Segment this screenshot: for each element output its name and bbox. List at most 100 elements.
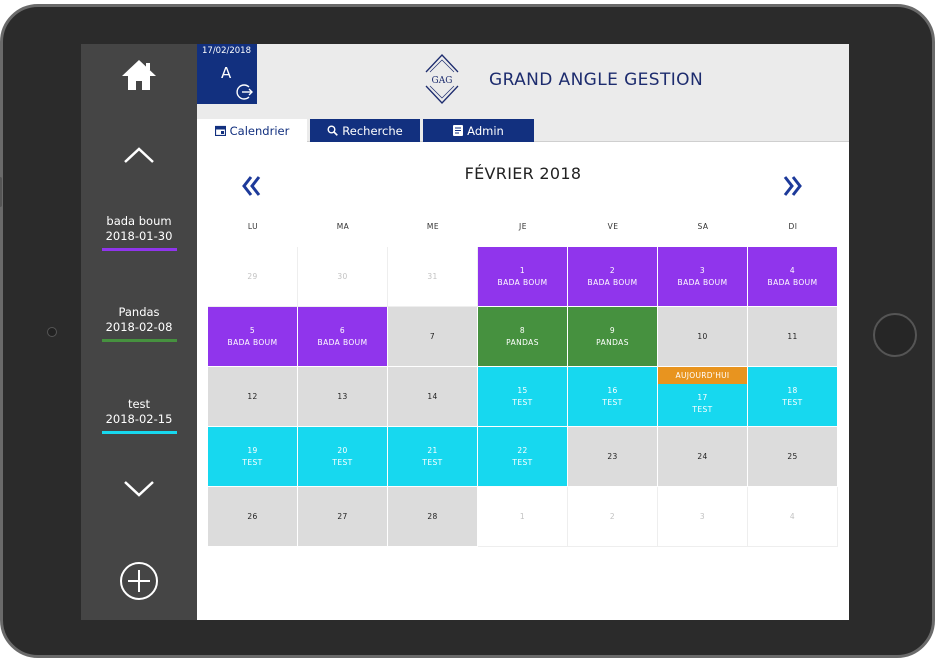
- app-screen: bada boum 2018-01-30 Pandas 2018-02-08 t…: [81, 44, 849, 620]
- calendar-day-cell[interactable]: 22 TEST: [478, 427, 568, 487]
- calendar-day-cell[interactable]: 15 TEST: [478, 367, 568, 427]
- calendar-day-cell[interactable]: 21 TEST: [388, 427, 478, 487]
- sidebar-event-3[interactable]: test 2018-02-15: [81, 397, 197, 434]
- calendar-day-cell[interactable]: 12: [208, 367, 298, 427]
- calendar-day-cell[interactable]: 4: [748, 487, 838, 547]
- search-icon: [327, 125, 339, 136]
- weekday-label: ME: [426, 222, 440, 231]
- previous-month-icon[interactable]: [241, 174, 263, 198]
- logout-icon[interactable]: [235, 82, 255, 102]
- day-number: 18: [787, 386, 798, 395]
- company-logo: GAG: [423, 52, 461, 106]
- calendar-day-cell[interactable]: 1: [478, 487, 568, 547]
- sidebar-event-date: 2018-02-15: [105, 412, 173, 426]
- day-event-label: PANDAS: [596, 338, 629, 347]
- calendar-day-cell[interactable]: 26: [208, 487, 298, 547]
- add-circle-icon[interactable]: [118, 560, 160, 602]
- day-number: 21: [427, 446, 438, 455]
- weekday-label: SA: [697, 222, 709, 231]
- home-icon[interactable]: [119, 54, 159, 94]
- sidebar-event-color-bar: [101, 339, 177, 342]
- tab-label: Recherche: [342, 123, 403, 138]
- brand-name: GRAND ANGLE GESTION: [489, 70, 704, 90]
- calendar-day-cell[interactable]: 8 PANDAS: [478, 307, 568, 367]
- day-number: 1: [519, 512, 526, 521]
- day-event-label: TEST: [512, 458, 533, 467]
- day-event-label: PANDAS: [506, 338, 539, 347]
- day-number: 28: [427, 512, 438, 521]
- calendar-day-cell[interactable]: 23: [568, 427, 658, 487]
- calendar-day-cell[interactable]: 31: [388, 247, 478, 307]
- sidebar: bada boum 2018-01-30 Pandas 2018-02-08 t…: [81, 44, 197, 620]
- tablet-home-button[interactable]: [873, 313, 917, 357]
- day-number: 3: [699, 512, 706, 521]
- tab-admin[interactable]: Admin: [423, 119, 534, 142]
- day-number: 17: [697, 393, 708, 402]
- tablet-side-button: [0, 177, 2, 207]
- tab-recherche[interactable]: Recherche: [310, 119, 420, 142]
- day-number: 3: [699, 266, 706, 275]
- calendar-day-cell[interactable]: 3 BADA BOUM: [658, 247, 748, 307]
- calendar-day-cell[interactable]: 18 TEST: [748, 367, 838, 427]
- calendar-day-cell[interactable]: 20 TEST: [298, 427, 388, 487]
- day-event-label: TEST: [332, 458, 353, 467]
- user-box: 17/02/2018 A: [197, 44, 257, 104]
- day-number: 26: [247, 512, 258, 521]
- day-number: 31: [427, 272, 438, 281]
- day-number: 23: [607, 452, 618, 461]
- calendar-day-cell[interactable]: 2 BADA BOUM: [568, 247, 658, 307]
- calendar-day-cell[interactable]: 9 PANDAS: [568, 307, 658, 367]
- current-date: 17/02/2018: [202, 46, 251, 56]
- calendar-day-cell[interactable]: 29: [208, 247, 298, 307]
- sidebar-event-date: 2018-02-08: [105, 320, 173, 334]
- document-icon: [453, 125, 464, 136]
- day-event-label: BADA BOUM: [767, 278, 818, 287]
- sidebar-event-1[interactable]: bada boum 2018-01-30: [81, 214, 197, 251]
- calendar-day-cell[interactable]: 7: [388, 307, 478, 367]
- day-number: 2: [609, 512, 616, 521]
- calendar-day-cell[interactable]: 5 BADA BOUM: [208, 307, 298, 367]
- calendar-day-cell[interactable]: 14: [388, 367, 478, 427]
- day-number: 15: [517, 386, 528, 395]
- day-number: 14: [427, 392, 438, 401]
- header: 17/02/2018 A GAG GRAND ANGLE GESTION Cal…: [197, 44, 849, 142]
- calendar-day-cell[interactable]: 10: [658, 307, 748, 367]
- next-month-icon[interactable]: [781, 174, 803, 198]
- weekday-label: VE: [607, 222, 619, 231]
- day-number: 9: [609, 326, 616, 335]
- day-number: 11: [787, 332, 798, 341]
- today-badge: AUJOURD'HUI: [658, 367, 747, 384]
- calendar-day-cell[interactable]: 3: [658, 487, 748, 547]
- calendar-day-cell[interactable]: 2: [568, 487, 658, 547]
- tab-calendrier[interactable]: Calendrier: [197, 119, 307, 142]
- calendar-grid: 29 30 31 1 BADA BOUM 2 BADA BOUM 3 BADA BOUM 4 BAD…: [208, 247, 838, 548]
- day-number: 30: [337, 272, 348, 281]
- day-number: 22: [517, 446, 528, 455]
- sidebar-event-name: bada boum: [106, 214, 172, 228]
- chevron-up-icon[interactable]: [121, 140, 157, 170]
- calendar-day-cell[interactable]: 30: [298, 247, 388, 307]
- logo-text: GAG: [432, 76, 453, 86]
- day-event-label: TEST: [692, 405, 713, 414]
- day-number: 24: [697, 452, 708, 461]
- day-event-label: TEST: [242, 458, 263, 467]
- calendar-day-cell[interactable]: 25: [748, 427, 838, 487]
- sidebar-event-2[interactable]: Pandas 2018-02-08: [81, 305, 197, 342]
- calendar-day-cell[interactable]: 16 TEST: [568, 367, 658, 427]
- chevron-down-icon[interactable]: [121, 474, 157, 504]
- tab-label: Calendrier: [229, 123, 290, 138]
- calendar-day-cell[interactable]: 27: [298, 487, 388, 547]
- tab-label: Admin: [467, 123, 504, 138]
- calendar-day-cell[interactable]: 19 TEST: [208, 427, 298, 487]
- day-number: 7: [429, 332, 436, 341]
- calendar-day-cell[interactable]: 6 BADA BOUM: [298, 307, 388, 367]
- calendar-day-cell[interactable]: 1 BADA BOUM: [478, 247, 568, 307]
- day-number: 25: [787, 452, 798, 461]
- calendar-day-cell[interactable]: 4 BADA BOUM: [748, 247, 838, 307]
- calendar-day-cell[interactable]: 28: [388, 487, 478, 547]
- calendar-day-cell[interactable]: 13: [298, 367, 388, 427]
- calendar-day-cell[interactable]: 11: [748, 307, 838, 367]
- calendar-day-cell[interactable]: 24: [658, 427, 748, 487]
- calendar-day-cell[interactable]: AUJOURD'HUI 17 TEST: [658, 367, 748, 427]
- day-event-label: BADA BOUM: [227, 338, 278, 347]
